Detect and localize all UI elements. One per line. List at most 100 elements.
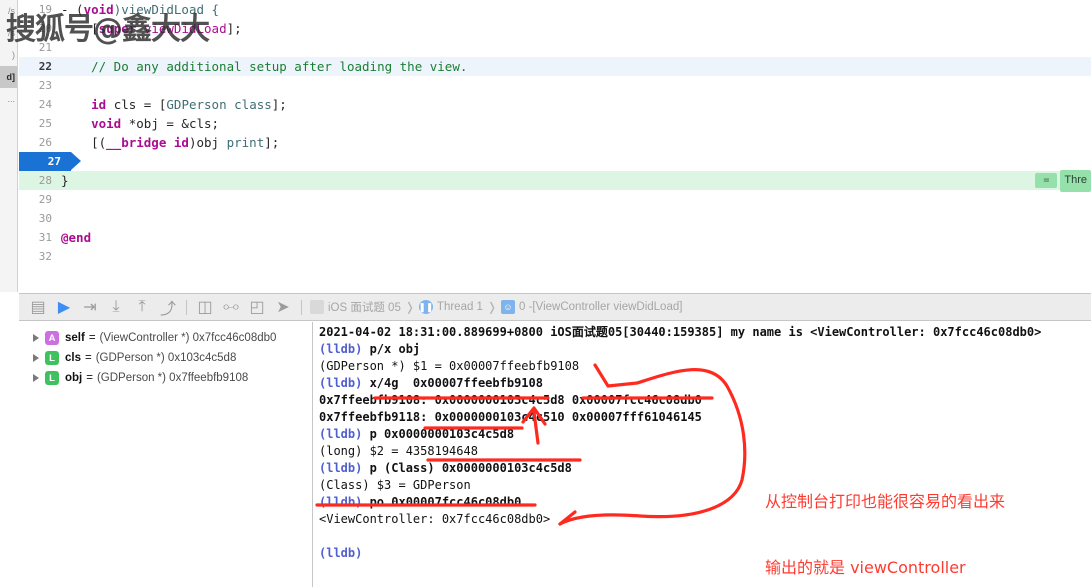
- line-number[interactable]: 28: [19, 171, 61, 190]
- code-text: [super viewDidLoad];: [61, 19, 242, 38]
- continue-execution-icon[interactable]: ▶: [51, 294, 77, 320]
- thread-chip-label[interactable]: Thre: [1060, 169, 1091, 192]
- breadcrumb[interactable]: iOS 面试题 05 ❭ ❚❚ Thread 1 ❭ ☺ 0 -[ViewControlle…: [310, 299, 682, 315]
- breadcrumb-project[interactable]: iOS 面试题 05: [328, 299, 401, 315]
- step-out-up-icon[interactable]: ⤒: [129, 294, 155, 320]
- line-number[interactable]: 19: [19, 0, 61, 19]
- variable-scope-badge: L: [45, 371, 59, 385]
- toolbar-divider-2: [301, 299, 302, 315]
- lldb-command: po 0x00007fcc46c08db0: [362, 495, 522, 509]
- rail-item-0[interactable]: /s: [0, 0, 17, 22]
- code-line[interactable]: 21: [19, 38, 1091, 57]
- variable-name: obj: [65, 372, 83, 384]
- console-line: (lldb) p/x obj: [319, 341, 1091, 358]
- code-token: __bridge: [106, 135, 167, 150]
- console-output: (long) $2 = 4358194648: [319, 444, 478, 458]
- code-text: [(__bridge id)obj print];: [61, 133, 279, 152]
- variable-equals: =: [85, 352, 92, 364]
- variable-row[interactable]: Aself = (ViewController *) 0x7fcc46c08db0: [19, 328, 312, 348]
- code-text: @end: [61, 228, 91, 247]
- code-line[interactable]: 25 void *obj = &cls;: [19, 114, 1091, 133]
- breadcrumb-frame[interactable]: 0 -[ViewController viewDidLoad]: [519, 301, 682, 313]
- code-line[interactable]: 29: [19, 190, 1091, 209]
- variable-value: (GDPerson *) 0x103c4c5d8: [95, 352, 237, 364]
- console-line: (GDPerson *) $1 = 0x00007ffeebfb9108: [319, 358, 1091, 375]
- debug-toolbar[interactable]: ▤ ▶ ⇥ ⤓ ⤒ ⤴ ◫ ⧟ ◰ ➤ iOS 面试题 05 ❭ ❚❚ Thread 1 ❭ ☺ 0 -[Vie…: [19, 293, 1091, 321]
- code-token: - (: [61, 2, 84, 17]
- code-line[interactable]: 31 @end: [19, 228, 1091, 247]
- line-number[interactable]: 25: [19, 114, 61, 133]
- code-token: id: [91, 97, 107, 112]
- code-token: id: [173, 135, 189, 150]
- chevron-right-icon: ❭: [404, 300, 415, 314]
- annotation-line-2: 输出的就是 viewController: [765, 558, 966, 577]
- code-token: cls = [: [106, 97, 167, 112]
- variable-row[interactable]: Lobj = (GDPerson *) 0x7ffeebfb9108: [19, 368, 312, 388]
- line-number[interactable]: 21: [19, 38, 61, 57]
- variable-equals: =: [86, 372, 93, 384]
- rail-item-1[interactable]: /s: [0, 22, 17, 44]
- line-number[interactable]: 26: [19, 133, 61, 152]
- code-line[interactable]: 28} = Thre: [19, 169, 1091, 192]
- simulate-location-icon[interactable]: ➤: [270, 294, 296, 320]
- code-text: }: [61, 171, 69, 190]
- rail-item-3[interactable]: d]: [0, 66, 17, 88]
- code-token: *obj = &cls;: [121, 116, 220, 131]
- line-number[interactable]: 22: [19, 57, 61, 76]
- lldb-command: p/x obj: [362, 342, 421, 356]
- console-line: (lldb) x/4g 0x00007ffeebfb9108: [319, 375, 1091, 392]
- line-number[interactable]: 31: [19, 228, 61, 247]
- xcode-debug-screen: /s/s) d]... 19- (void)viewDidLoad {20 [su…: [0, 0, 1091, 587]
- step-over-icon[interactable]: ⇥: [77, 294, 103, 320]
- breakpoint-line[interactable]: 27: [19, 152, 1091, 171]
- step-out-icon[interactable]: ⤴: [155, 294, 181, 320]
- code-line[interactable]: 26 [(__bridge id)obj print];: [19, 133, 1091, 152]
- code-editor[interactable]: 19- (void)viewDidLoad {20 [super viewDid…: [19, 0, 1091, 292]
- environment-overrides-icon[interactable]: ◰: [244, 294, 270, 320]
- code-line[interactable]: 19- (void)viewDidLoad {: [19, 0, 1091, 19]
- code-token: ];: [264, 135, 280, 150]
- disclosure-triangle-icon[interactable]: [33, 374, 39, 382]
- left-navigator-rail[interactable]: /s/s) d]...: [0, 0, 18, 292]
- toggle-console-panel-icon[interactable]: ▤: [25, 294, 51, 320]
- thread-indicator[interactable]: = Thre: [1035, 169, 1091, 192]
- code-text: // Do any additional setup after loading…: [61, 57, 467, 76]
- disclosure-triangle-icon[interactable]: [33, 334, 39, 342]
- line-number[interactable]: 29: [19, 190, 61, 209]
- breakpoint-marker[interactable]: 27: [19, 152, 81, 171]
- code-line[interactable]: 23: [19, 76, 1091, 95]
- variable-row[interactable]: Lcls = (GDPerson *) 0x103c4c5d8: [19, 348, 312, 368]
- code-token: class: [234, 97, 272, 112]
- line-number[interactable]: 32: [19, 247, 61, 266]
- code-line[interactable]: 24 id cls = [GDPerson class];: [19, 95, 1091, 114]
- lldb-prompt: (lldb): [319, 427, 363, 441]
- rail-item-2[interactable]: ): [0, 44, 17, 66]
- equals-icon[interactable]: =: [1035, 173, 1058, 188]
- step-into-icon[interactable]: ⤓: [103, 294, 129, 320]
- line-number[interactable]: 23: [19, 76, 61, 95]
- thread-icon: ❚❚: [418, 300, 433, 314]
- rail-item-4[interactable]: ...: [0, 88, 17, 110]
- variables-view[interactable]: Aself = (ViewController *) 0x7fcc46c08db0 L…: [19, 322, 313, 587]
- line-number[interactable]: 30: [19, 209, 61, 228]
- code-token: super: [98, 21, 137, 36]
- memory-graph-icon[interactable]: ⧟: [218, 294, 244, 320]
- code-line[interactable]: 32: [19, 247, 1091, 266]
- code-line[interactable]: 30: [19, 209, 1091, 228]
- disclosure-triangle-icon[interactable]: [33, 354, 39, 362]
- lldb-command: x/4g 0x00007ffeebfb9108: [362, 376, 543, 390]
- code-line[interactable]: 22 // Do any additional setup after load…: [19, 57, 1091, 76]
- console-line: 2021-04-02 18:31:00.889699+0800 iOS面试题05…: [319, 324, 1091, 341]
- view-hierarchy-icon[interactable]: ◫: [192, 294, 218, 320]
- variable-scope-badge: A: [45, 331, 59, 345]
- code-token: [: [61, 21, 99, 36]
- breadcrumb-thread[interactable]: Thread 1: [437, 301, 483, 313]
- console-line: 0x7ffeebfb9118: 0x0000000103c4c510 0x000…: [319, 409, 1091, 426]
- code-line[interactable]: 20 [super viewDidLoad];: [19, 19, 1091, 38]
- line-number[interactable]: 20: [19, 19, 61, 38]
- line-number[interactable]: 24: [19, 95, 61, 114]
